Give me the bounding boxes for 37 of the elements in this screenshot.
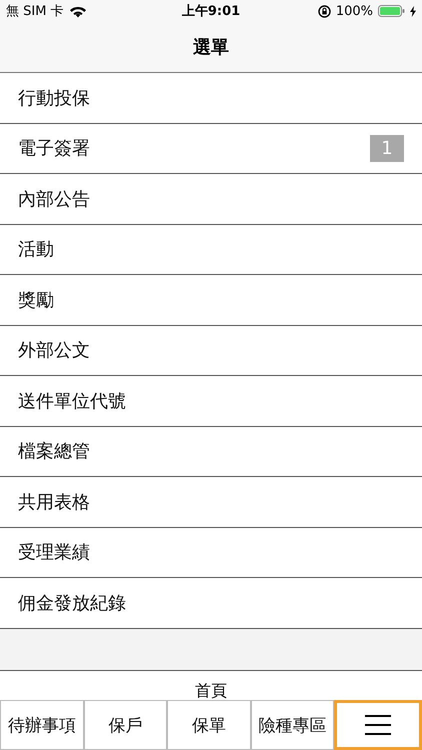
home-label: 首頁 <box>195 682 227 700</box>
menu-item-label: 共用表格 <box>18 490 90 514</box>
menu-item-label: 獎勵 <box>18 288 54 312</box>
count-badge: 1 <box>370 134 404 162</box>
tab[interactable]: 待辦事項 <box>0 700 84 750</box>
battery-icon <box>378 5 405 17</box>
menu-item[interactable]: 檔案總管 <box>0 426 422 477</box>
carrier-text: 無 SIM 卡 <box>6 3 64 20</box>
tab[interactable]: 保單 <box>167 700 251 750</box>
menu-item-label: 佣金發放紀錄 <box>18 592 126 615</box>
menu-item-label: 受理業績 <box>18 541 90 564</box>
menu-item-label: 活動 <box>18 238 54 262</box>
menu-item[interactable]: 電子簽署 1 <box>0 124 422 174</box>
menu-item-label: 外部公文 <box>18 339 90 362</box>
wifi-icon <box>68 4 87 18</box>
menu-item[interactable]: 送件單位代號 <box>0 376 422 426</box>
menu-item-label: 行動投保 <box>18 86 90 110</box>
menu-item-label: 內部公告 <box>18 188 90 211</box>
menu-item[interactable]: 行動投保 <box>0 73 422 124</box>
menu-item[interactable]: 獎勵 <box>0 275 422 326</box>
tab[interactable] <box>334 700 422 750</box>
menu-icon <box>365 715 392 735</box>
nav-title: 選單 <box>193 36 229 59</box>
menu-item-label: 檔案總管 <box>18 440 90 464</box>
tab[interactable]: 險種專區 <box>250 700 334 750</box>
menu-item[interactable]: 受理業績 <box>0 528 422 578</box>
menu-item[interactable]: 共用表格 <box>0 477 422 528</box>
menu-item[interactable]: 活動 <box>0 224 422 275</box>
menu-item-label: 送件單位代號 <box>18 390 126 413</box>
charging-bolt-icon <box>410 6 416 16</box>
menu-item[interactable]: 外部公文 <box>0 326 422 376</box>
tab[interactable]: 保戶 <box>84 700 168 750</box>
menu-item[interactable]: 內部公告 <box>0 174 422 224</box>
rotation-lock-icon <box>318 4 331 18</box>
menu-item-label: 電子簽署 <box>18 137 90 160</box>
status-time: 上午9:01 <box>182 3 240 20</box>
battery-percent: 100% <box>336 4 373 18</box>
